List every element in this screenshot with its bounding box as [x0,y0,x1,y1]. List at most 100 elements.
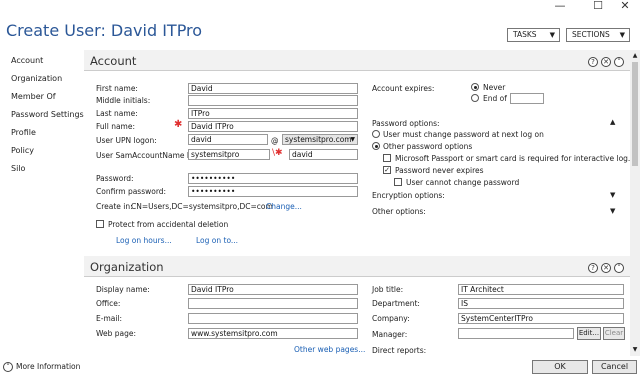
full-name-input[interactable]: David ITPro [188,121,358,132]
never-radio[interactable] [471,83,479,91]
full-name-label: Full name: [96,122,136,131]
last-name-input[interactable]: ITPro [188,108,358,119]
manager-input[interactable] [458,328,574,339]
manager-label: Manager: [372,330,408,339]
vertical-scrollbar[interactable]: ▲ ▼ [630,50,640,356]
middle-initials-input[interactable] [188,95,358,106]
account-expires-label: Account expires: [372,84,435,93]
sam-label: User SamAccountName l... [96,151,197,160]
confirm-password-input[interactable]: •••••••••• [188,186,358,197]
nav-item-policy[interactable]: Policy [11,146,34,155]
other-password-options-label: Other password options [383,142,473,151]
other-password-options-radio[interactable] [372,142,380,150]
required-icon: ✱ [174,119,183,130]
organization-panel: Display name: David ITPro Office: E-mail… [84,276,630,356]
sam-input[interactable]: david [289,149,358,160]
tasks-button[interactable]: TASKS ▼ [507,28,560,42]
collapse-icon[interactable]: ˄ [614,57,624,67]
clear-manager-button[interactable]: Clear [603,327,625,340]
minimize-icon[interactable]: — [545,0,575,14]
change-link[interactable]: Change... [266,202,302,211]
organization-section-title: Organization [90,260,164,274]
tasks-label: TASKS [513,30,537,39]
organization-section-header: Organization ? ✕ ˄ [84,256,630,276]
scroll-up-icon[interactable]: ▲ [631,52,639,60]
password-label: Password: [96,174,134,183]
email-input[interactable] [188,313,358,324]
close-section-icon[interactable]: ✕ [601,57,611,67]
backslash: \ [272,148,276,158]
maximize-icon[interactable]: ☐ [583,0,613,14]
other-options-label[interactable]: Other options: [372,207,426,216]
sam-domain-input[interactable]: systemsitpro [188,149,270,160]
upn-domain-select[interactable]: systemsitpro.com ▼ [282,134,358,145]
close-window-icon[interactable]: ✕ [610,0,640,14]
scrollbar-thumb[interactable] [632,62,638,166]
first-name-input[interactable]: David [188,83,358,94]
nav-item-account[interactable]: Account [11,56,43,65]
ok-button[interactable]: OK [532,360,588,374]
department-input[interactable]: IS [458,298,624,309]
nav-item-member-of[interactable]: Member Of [11,92,56,101]
password-options-label: Password options: [372,119,440,128]
nav-item-silo[interactable]: Silo [11,164,25,173]
never-expires-label: Password never expires [395,166,484,175]
protect-label: Protect from accidental deletion [108,220,229,229]
nav-item-password-settings[interactable]: Password Settings [11,110,84,119]
expand-triangle-icon[interactable]: ▼ [610,191,615,199]
never-label: Never [483,83,506,92]
end-of-date-input[interactable] [510,93,544,104]
web-page-label: Web page: [96,329,136,338]
cannot-change-checkbox[interactable] [394,178,402,186]
more-information-link[interactable]: More Information [16,362,80,371]
company-input[interactable]: SystemCenterITPro [458,313,624,324]
help-icon[interactable]: ? [588,57,598,67]
sections-label: SECTIONS [572,30,610,39]
nav-item-organization[interactable]: Organization [11,74,62,83]
sections-button[interactable]: SECTIONS ▼ [566,28,630,42]
job-title-label: Job title: [372,285,404,294]
content-area: Account ? ✕ ˄ First name: David Middle i… [84,50,630,356]
protect-checkbox[interactable] [96,220,104,228]
nav-item-profile[interactable]: Profile [11,128,36,137]
expand-triangle-icon[interactable]: ▼ [610,207,615,215]
must-change-radio[interactable] [372,130,380,138]
passport-label: Microsoft Passport or smart card is requ… [395,154,630,163]
scroll-down-icon[interactable]: ▼ [631,346,639,354]
help-icon[interactable]: ? [588,263,598,273]
office-label: Office: [96,299,121,308]
end-of-label: End of [483,94,507,103]
upn-input[interactable]: david [188,134,268,145]
never-expires-checkbox[interactable]: ✓ [383,166,391,174]
other-web-pages-link[interactable]: Other web pages... [294,345,365,354]
display-name-input[interactable]: David ITPro [188,284,358,295]
last-name-label: Last name: [96,109,138,118]
cancel-button[interactable]: Cancel [592,360,637,374]
account-section-title: Account [90,54,137,68]
department-label: Department: [372,299,420,308]
close-section-icon[interactable]: ✕ [601,263,611,273]
passport-checkbox[interactable] [383,154,391,162]
upn-label: User UPN logon: [96,136,157,145]
dropdown-arrow-icon: ▼ [619,31,625,39]
email-label: E-mail: [96,314,123,323]
collapse-icon[interactable]: ˄ [3,362,13,372]
account-section-header: Account ? ✕ ˄ [84,50,630,70]
required-icon: \✱ [272,148,283,158]
edit-manager-button[interactable]: Edit... [577,327,601,340]
logon-to-link[interactable]: Log on to... [196,236,238,245]
job-title-input[interactable]: IT Architect [458,284,624,295]
collapse-icon[interactable]: ˄ [614,263,624,273]
confirm-password-label: Confirm password: [96,187,167,196]
at-sign: @ [271,136,279,145]
end-of-radio[interactable] [471,94,479,102]
title-bar: — ☐ ✕ [0,0,640,22]
office-input[interactable] [188,298,358,309]
password-input[interactable]: •••••••••• [188,173,358,184]
web-page-input[interactable]: www.systemsitpro.com [188,328,358,339]
page-title: Create User: David ITPro [6,21,203,40]
collapse-triangle-icon[interactable]: ▲ [610,118,615,126]
must-change-label: User must change password at next log on [383,130,544,139]
logon-hours-link[interactable]: Log on hours... [116,236,172,245]
encryption-options-label[interactable]: Encryption options: [372,191,445,200]
